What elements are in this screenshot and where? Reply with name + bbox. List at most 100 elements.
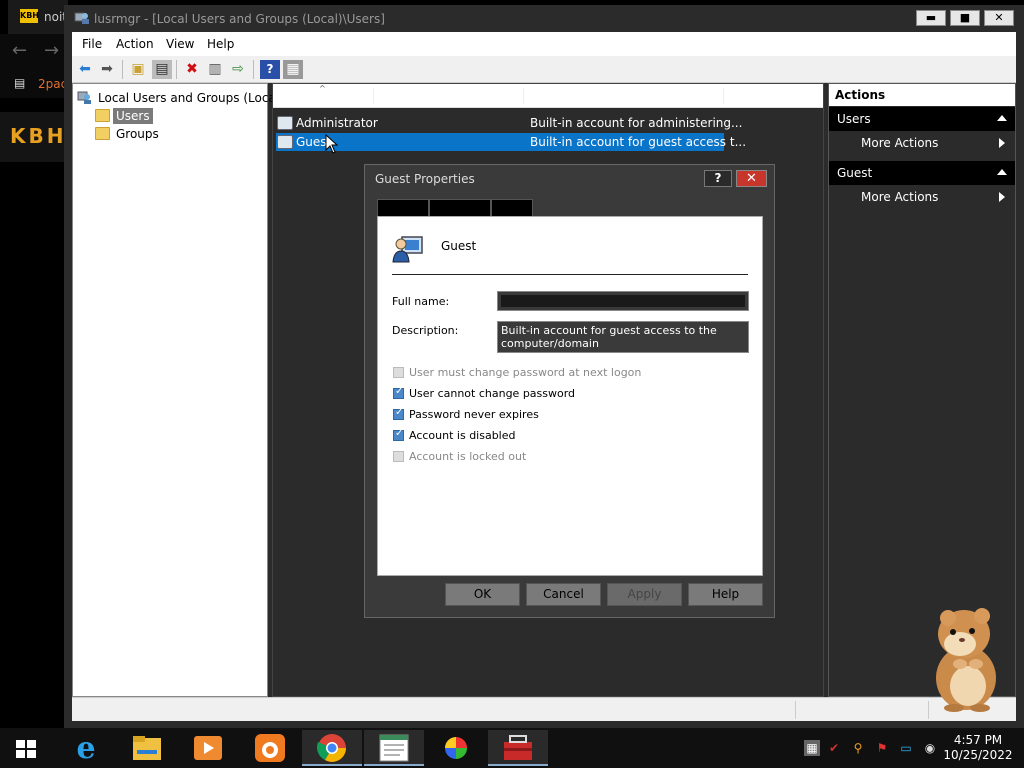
checkbox-label: User cannot change password [409,387,576,400]
show-action-pane-icon[interactable]: ▦ [283,60,303,79]
tray-flag-icon[interactable]: ⚑ [874,740,890,756]
file-explorer-icon[interactable] [117,730,177,766]
tab-member-of[interactable] [429,199,491,217]
sort-ascending-icon: ^ [319,84,326,93]
menu-view[interactable]: View [166,37,194,51]
user-account-icon [392,236,423,263]
show-tree-icon[interactable]: ▤ [152,60,172,79]
notepad-icon[interactable] [364,730,424,766]
system-clock[interactable]: 4:57 PM 10/25/2022 [942,733,1014,763]
bookmark-link[interactable]: 2pac [38,77,67,91]
tab-favicon: KBH [20,9,39,23]
menu-file[interactable]: File [82,37,102,51]
column-divider[interactable] [523,88,524,104]
checkbox-box [393,451,404,462]
dialog-close-button[interactable]: ✕ [736,170,767,187]
clock-date: 10/25/2022 [943,748,1013,762]
checkbox-box [393,386,404,399]
description-field[interactable]: Built-in account for guest access to the… [497,321,749,353]
divider [392,274,748,275]
properties-icon[interactable]: ▥ [205,60,225,79]
column-divider[interactable] [723,88,724,104]
dialog-title: Guest Properties [375,172,475,186]
full-name-label: Full name: [392,295,450,308]
actions-section-users[interactable]: Users [829,107,1015,131]
cancel-button[interactable]: Cancel [526,583,601,606]
column-divider[interactable] [373,88,374,104]
section-header-label: Guest [837,166,873,180]
collapse-up-icon[interactable] [997,169,1007,175]
actions-title: Actions [829,84,1015,106]
checkbox-box [393,407,404,420]
minimize-button[interactable]: ▬ [916,10,946,26]
folder-icon [95,109,110,122]
description-label: Description: [392,324,459,337]
browser-nav: ← → [0,34,68,70]
window-titlebar[interactable]: lusrmgr - [Local Users and Groups (Local… [64,5,1024,32]
maximize-button[interactable]: ■ [950,10,980,26]
full-name-field[interactable] [497,291,749,311]
active-indicator [302,764,362,766]
up-folder-icon[interactable]: ▣ [128,60,148,79]
menu-action[interactable]: Action [116,37,154,51]
tab-general[interactable] [377,199,429,217]
users-app-icon [74,12,89,24]
delete-icon[interactable]: ✖ [182,60,202,79]
folder-icon [95,127,110,140]
apply-button[interactable]: Apply [607,583,682,606]
tray-speaker-icon[interactable]: ◉ [922,740,938,756]
close-button[interactable]: ✕ [984,10,1014,26]
colorful-app-icon[interactable] [426,730,486,766]
checkbox-box [393,428,404,441]
menu-help[interactable]: Help [207,37,234,51]
browser-tab[interactable]: KBH noit [8,0,68,34]
chrome-icon[interactable] [302,730,362,766]
export-icon[interactable]: ⇨ [228,60,248,79]
guest-properties-dialog: Guest Properties ? ✕ Guest Full name: De… [364,164,775,618]
tray-search-icon[interactable]: ⚲ [850,740,866,756]
help-icon[interactable]: ? [260,60,280,79]
help-button[interactable]: Help [688,583,763,606]
actions-section-guest[interactable]: Guest [829,161,1015,185]
general-tab-panel: Guest Full name: Description: Built-in a… [377,216,763,576]
forward-arrow-icon[interactable]: ➡ [97,60,117,79]
tree-item-label: Groups [116,127,159,141]
browser-forward-icon[interactable]: → [44,40,59,61]
users-more-actions[interactable]: More Actions [829,131,1015,155]
user-description: Built-in account for administering... [530,116,743,130]
console-tree: Local Users and Groups (Local) Users Gro… [72,83,284,697]
more-actions-label: More Actions [861,136,939,150]
internet-explorer-icon[interactable]: e [56,730,116,766]
users-groups-icon [77,91,91,104]
collapse-up-icon[interactable] [997,115,1007,121]
media-player-icon[interactable] [178,730,238,766]
status-bar [72,697,1016,721]
dialog-help-button[interactable]: ? [704,170,732,187]
tree-item-label: Users [113,108,153,124]
submenu-arrow-icon [999,138,1005,148]
ok-button[interactable]: OK [445,583,520,606]
status-divider [795,701,796,719]
back-arrow-icon[interactable]: ⬅ [75,60,95,79]
tray-check-icon[interactable]: ✔ [826,740,842,756]
tab-profile[interactable] [491,199,533,217]
toolbar: ⬅ ➡ ▣ ▤ ✖ ▥ ⇨ ? ▦ [72,56,1016,83]
submenu-arrow-icon [999,192,1005,202]
checkbox-label: Password never expires [409,408,539,421]
list-row-administrator[interactable]: Administrator Built-in account for admin… [276,114,742,132]
toolbox-app-icon[interactable] [488,730,548,766]
guest-more-actions[interactable]: More Actions [829,185,1015,209]
checkbox-label: Account is disabled [409,429,516,442]
windows-start-icon[interactable] [16,740,36,758]
tray-monitor-icon[interactable]: ▭ [898,740,914,756]
tray-app-icon[interactable]: ▦ [804,740,820,756]
uc-browser-icon[interactable] [240,730,300,766]
browser-back-icon[interactable]: ← [12,40,27,61]
more-actions-label: More Actions [861,190,939,204]
dialog-user-name: Guest [441,239,477,253]
taskbar: e ▦ ✔ ⚲ ⚑ ▭ ◉ 4:57 PM 10/25/2022 [0,728,1024,768]
hamster-sticker-icon [936,608,996,712]
list-row-guest[interactable]: Guest Built-in account for guest access … [276,133,746,151]
section-header-label: Users [837,112,871,126]
list-header[interactable]: ^ [273,84,823,108]
